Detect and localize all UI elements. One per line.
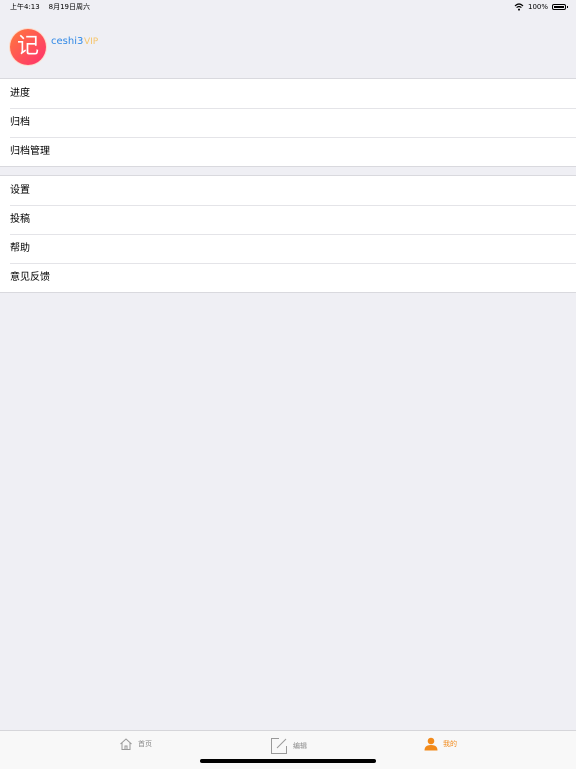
home-indicator[interactable] <box>200 759 376 763</box>
home-icon <box>120 738 132 750</box>
battery-icon <box>552 4 568 10</box>
menu-item-submit[interactable]: 投稿 <box>0 205 576 234</box>
tab-home[interactable]: 首页 <box>119 737 152 751</box>
menu-item-progress[interactable]: 进度 <box>0 79 576 108</box>
menu-item-archive[interactable]: 归档 <box>0 108 576 137</box>
menu-item-settings[interactable]: 设置 <box>0 176 576 205</box>
menu-group-2: 设置 投稿 帮助 意见反馈 <box>0 175 576 293</box>
tab-edit[interactable]: 编辑 <box>270 737 307 755</box>
vip-badge: VIP <box>84 37 99 47</box>
status-bar: 上午4:13 8月19日周六 100% <box>0 0 576 14</box>
status-date: 8月19日周六 <box>48 3 91 11</box>
wifi-icon <box>514 3 524 11</box>
tab-home-label: 首页 <box>138 740 152 748</box>
avatar[interactable]: 记 <box>10 29 46 65</box>
tab-me-label: 我的 <box>443 740 457 748</box>
menu-group-1: 进度 归档 归档管理 <box>0 78 576 167</box>
tab-bar: 首页 编辑 我的 <box>0 730 576 769</box>
edit-icon <box>271 738 287 754</box>
profile-header[interactable]: 记 ceshi3 VIP <box>0 14 576 78</box>
menu-item-archive-management[interactable]: 归档管理 <box>0 137 576 166</box>
status-indicators: 100% <box>514 0 568 14</box>
tab-me[interactable]: 我的 <box>424 737 457 751</box>
status-time: 上午4:13 <box>10 3 40 11</box>
person-icon <box>424 737 438 751</box>
battery-percent: 100% <box>527 3 548 11</box>
username: ceshi3 <box>51 36 84 47</box>
tab-edit-label: 编辑 <box>293 742 307 750</box>
menu-item-feedback[interactable]: 意见反馈 <box>0 263 576 292</box>
menu-item-help[interactable]: 帮助 <box>0 234 576 263</box>
status-time-date: 上午4:13 8月19日周六 <box>10 0 90 14</box>
